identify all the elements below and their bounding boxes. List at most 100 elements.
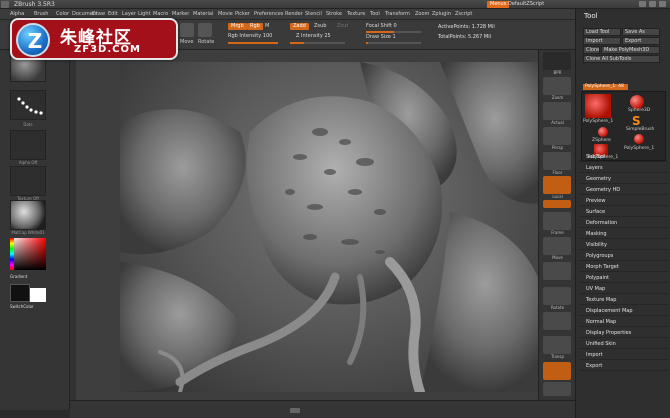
rgb-button[interactable]: Rgb — [247, 23, 263, 30]
uv-map-menu[interactable]: UV Map — [586, 286, 605, 292]
menu-transform[interactable]: Transform — [385, 11, 410, 17]
move-button[interactable] — [543, 237, 571, 255]
clone-button[interactable]: Clone — [583, 46, 600, 54]
current-tool-slider[interactable]: PolySphere_1: 48 — [583, 84, 628, 90]
layers-menu[interactable]: Layers — [586, 165, 603, 171]
draw-size-slider[interactable]: Draw Size 1 — [366, 34, 396, 40]
move-tool-button[interactable] — [180, 23, 194, 37]
draw-size-track[interactable] — [366, 42, 421, 44]
unified-skin-menu[interactable]: Unified Skin — [586, 341, 616, 347]
morph-target-menu[interactable]: Morph Target — [586, 264, 619, 270]
zadd-button[interactable]: Zadd — [290, 23, 309, 30]
polysphere-thumbnail-2[interactable] — [634, 134, 644, 144]
menu-draw[interactable]: Draw — [92, 11, 105, 17]
zoom-button[interactable] — [543, 77, 571, 95]
menu-stencil[interactable]: Stencil — [305, 11, 322, 17]
sculpt-viewport[interactable] — [120, 62, 550, 392]
polysphere-thumbnail[interactable] — [585, 94, 611, 118]
save-as-button[interactable]: Save As — [622, 28, 660, 36]
rotate-button[interactable] — [543, 287, 571, 305]
normal-map-menu[interactable]: Normal Map — [586, 319, 616, 325]
make-polymesh-button[interactable]: Make PolyMesh3D — [601, 46, 660, 54]
menu-zscript[interactable]: Zscript — [455, 11, 472, 17]
polygroups-menu[interactable]: Polygroups — [586, 253, 613, 259]
texture-map-menu[interactable]: Texture Map — [586, 297, 616, 303]
scale-tool-button[interactable] — [198, 23, 212, 37]
mrgb-button[interactable]: Mrgb — [228, 23, 247, 30]
clone-all-subtools-button[interactable]: Clone All SubTools — [583, 55, 660, 63]
import-menu[interactable]: Import — [586, 352, 603, 358]
menu-light[interactable]: Light — [138, 11, 150, 17]
displacement-map-menu[interactable]: Displacement Map — [586, 308, 633, 314]
menu-macro[interactable]: Macro — [153, 11, 168, 17]
zsub-button[interactable]: Zsub — [314, 23, 326, 29]
subtool-menu[interactable]: SubTool — [586, 154, 605, 160]
minimize-icon[interactable] — [639, 1, 646, 7]
focal-shift-slider[interactable]: Focal Shift 0 — [366, 23, 397, 29]
simplebrush-icon[interactable]: S — [632, 115, 642, 127]
menu-color[interactable]: Color — [56, 11, 69, 17]
zcut-button[interactable]: Zcut — [337, 23, 348, 29]
menu-alpha[interactable]: Alpha — [10, 11, 24, 17]
import-button[interactable]: Import — [583, 37, 621, 45]
polypaint-menu[interactable]: Polypaint — [586, 275, 609, 281]
display-properties-menu[interactable]: Display Properties — [586, 330, 631, 336]
menu-stroke[interactable]: Stroke — [326, 11, 342, 17]
tray-toggle[interactable] — [290, 408, 300, 413]
actual-button[interactable] — [543, 102, 571, 120]
bpr-button[interactable] — [543, 52, 571, 70]
polyf-button[interactable] — [543, 312, 571, 330]
menu-layer[interactable]: Layer — [122, 11, 136, 17]
menu-zplugin[interactable]: Zplugin — [432, 11, 451, 17]
rgb-intensity-slider[interactable]: Rgb Intensity 100 — [228, 33, 272, 39]
main-color-swatch[interactable] — [30, 288, 46, 302]
document-canvas[interactable] — [70, 50, 550, 400]
scale-button[interactable] — [543, 262, 571, 280]
persp-button[interactable] — [543, 127, 571, 145]
menu-marker[interactable]: Marker — [172, 11, 189, 17]
ghost-button[interactable] — [543, 362, 571, 380]
menu-zoom[interactable]: Zoom — [415, 11, 429, 17]
floor-button[interactable] — [543, 152, 571, 170]
menu-render[interactable]: Render — [285, 11, 303, 17]
menu-texture[interactable]: Texture — [347, 11, 365, 17]
close-icon[interactable] — [659, 1, 666, 7]
m-button[interactable]: M — [265, 23, 269, 29]
export-menu[interactable]: Export — [586, 363, 602, 369]
preview-menu[interactable]: Preview — [586, 198, 605, 204]
menu-tool[interactable]: Tool — [370, 11, 380, 17]
zsphere-thumbnail[interactable] — [598, 127, 608, 137]
surface-menu[interactable]: Surface — [586, 209, 605, 215]
secondary-color-swatch[interactable] — [10, 284, 30, 302]
hue-strip[interactable] — [10, 238, 14, 270]
stroke-thumbnail[interactable] — [10, 90, 46, 120]
visibility-menu[interactable]: Visibility — [586, 242, 607, 248]
menu-preferences[interactable]: Preferences — [254, 11, 283, 17]
maximize-icon[interactable] — [649, 1, 656, 7]
menu-brush[interactable]: Brush — [34, 11, 48, 17]
masking-menu[interactable]: Masking — [586, 231, 607, 237]
local-button[interactable] — [543, 176, 571, 194]
menu-edit[interactable]: Edit — [108, 11, 118, 17]
menu-material[interactable]: Material — [193, 11, 213, 17]
xpose-button[interactable] — [543, 382, 571, 396]
color-picker[interactable] — [10, 238, 46, 270]
menus-button[interactable]: Menus — [487, 1, 510, 8]
z-intensity-slider[interactable]: Z Intensity 25 — [296, 33, 331, 39]
transp-button[interactable] — [543, 336, 571, 354]
menu-movie[interactable]: Movie — [218, 11, 233, 17]
material-thumbnail[interactable] — [10, 200, 46, 230]
default-script-button[interactable]: DefaultZScript — [508, 1, 544, 7]
xyz-button[interactable] — [543, 200, 571, 208]
deformation-menu[interactable]: Deformation — [586, 220, 617, 226]
load-tool-button[interactable]: Load Tool — [583, 28, 621, 36]
alpha-thumbnail[interactable] — [10, 130, 46, 160]
geometry-hd-menu[interactable]: Geometry HD — [586, 187, 620, 193]
switch-color-label[interactable]: SwitchColor — [10, 304, 46, 309]
frame-button[interactable] — [543, 212, 571, 230]
export-button[interactable]: Export — [622, 37, 660, 45]
sphere3d-thumbnail[interactable] — [630, 95, 644, 109]
texture-thumbnail[interactable] — [10, 166, 46, 196]
menu-picker[interactable]: Picker — [235, 11, 250, 17]
geometry-menu[interactable]: Geometry — [586, 176, 611, 182]
